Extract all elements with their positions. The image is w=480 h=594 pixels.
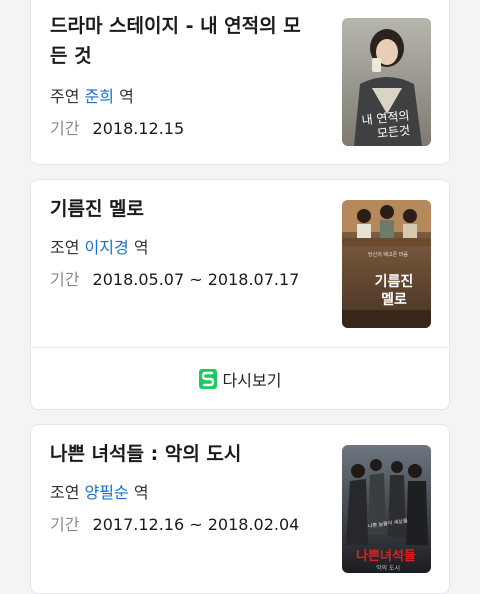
- role-suffix: 역: [119, 87, 134, 106]
- period-value: 2017.12.16 ~ 2018.02.04: [92, 515, 300, 534]
- actor-link[interactable]: 양필순: [85, 483, 129, 502]
- svg-text:나쁜녀석들: 나쁜녀석들: [356, 548, 416, 564]
- actor-link[interactable]: 이지경: [85, 238, 129, 257]
- role-row: 주연 준희 역: [50, 86, 301, 108]
- period-value: 2018.05.07 ~ 2018.07.17: [92, 270, 300, 289]
- role-suffix: 역: [133, 238, 149, 257]
- svg-text:악의 도시: 악의 도시: [376, 564, 400, 572]
- period-row: 기간 2018.12.15: [50, 118, 301, 140]
- drama-card[interactable]: 나쁜 녀석들 : 악의 도시 조연 양필순 역 기간 2017.12.16 ~ …: [30, 424, 450, 594]
- drama-title[interactable]: 드라마 스테이지 - 내 연적의 모 든 것: [50, 11, 301, 71]
- rewatch-button[interactable]: 다시보기: [31, 347, 449, 410]
- svg-text:기름진: 기름진: [375, 273, 414, 290]
- role-type: 조연: [50, 483, 80, 502]
- play-logo-icon: [198, 369, 217, 389]
- role-type: 조연: [50, 238, 80, 257]
- drama-info: 드라마 스테이지 - 내 연적의 모 든 것 주연 준희 역 기간 2018.1…: [50, 11, 301, 140]
- actor-link[interactable]: 준희: [85, 87, 114, 106]
- period-row: 기간 2018.05.07 ~ 2018.07.17: [50, 269, 299, 291]
- drama-title[interactable]: 기름진 멜로: [50, 194, 299, 224]
- drama-info: 기름진 멜로 조연 이지경 역 기간 2018.05.07 ~ 2018.07.…: [50, 194, 299, 291]
- poster-image[interactable]: 나쁜 놈들이 세상을 나쁜녀석들 악의 도시: [342, 445, 431, 573]
- rewatch-label: 다시보기: [222, 371, 282, 390]
- svg-text:멜로: 멜로: [381, 292, 407, 308]
- period-label: 기간: [50, 119, 80, 138]
- drama-info: 나쁜 녀석들 : 악의 도시 조연 양필순 역 기간 2017.12.16 ~ …: [50, 439, 299, 536]
- svg-text:당신의 배고픈 마음: 당신의 배고픈 마음: [368, 251, 408, 258]
- period-row: 기간 2017.12.16 ~ 2018.02.04: [50, 514, 299, 536]
- drama-card[interactable]: 드라마 스테이지 - 내 연적의 모 든 것 주연 준희 역 기간 2018.1…: [30, 0, 450, 165]
- drama-title[interactable]: 나쁜 녀석들 : 악의 도시: [50, 439, 299, 469]
- poster-image[interactable]: 당신의 배고픈 마음 기름진 멜로: [342, 200, 431, 328]
- drama-card[interactable]: 기름진 멜로 조연 이지경 역 기간 2018.05.07 ~ 2018.07.…: [30, 179, 450, 410]
- period-value: 2018.12.15: [92, 119, 185, 138]
- role-suffix: 역: [133, 483, 149, 502]
- period-label: 기간: [50, 515, 80, 534]
- role-type: 주연: [50, 87, 80, 106]
- role-row: 조연 양필순 역: [50, 482, 299, 504]
- role-row: 조연 이지경 역: [50, 237, 299, 259]
- period-label: 기간: [50, 270, 80, 289]
- poster-image[interactable]: 내 연적의 모든것: [342, 18, 431, 146]
